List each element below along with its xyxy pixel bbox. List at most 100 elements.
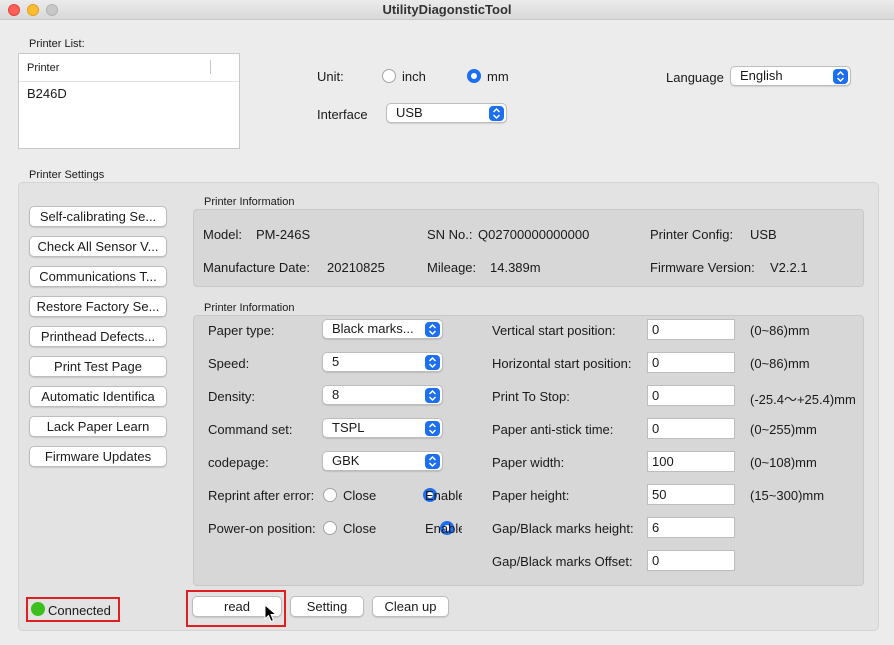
paper-width-input[interactable]: 100 bbox=[647, 451, 735, 472]
print-to-stop-range: (-25.4～+25.4)mm bbox=[750, 392, 856, 407]
command-set-label: Command set: bbox=[208, 422, 293, 437]
printer-list-label: Printer List: bbox=[29, 38, 85, 50]
manufacture-date-label: Manufacture Date: bbox=[203, 260, 310, 275]
anti-stick-time-input[interactable]: 0 bbox=[647, 418, 735, 439]
print-to-stop-input[interactable]: 0 bbox=[647, 385, 735, 406]
printer-column-header: Printer bbox=[27, 62, 60, 74]
printer-list[interactable]: Printer B246D bbox=[18, 53, 240, 149]
paper-height-input[interactable]: 50 bbox=[647, 484, 735, 505]
reprint-after-error-label: Reprint after error: bbox=[208, 488, 315, 503]
unit-mm-radio[interactable] bbox=[467, 69, 481, 83]
printer-information-title: Printer Information bbox=[204, 196, 295, 208]
window-title: UtilityDiagonsticTool bbox=[382, 2, 512, 17]
settings-box-title: Printer Information bbox=[204, 302, 295, 314]
printer-list-item[interactable]: B246D bbox=[19, 82, 239, 101]
interface-label: Interface bbox=[317, 107, 368, 122]
mileage-label: Mileage: bbox=[427, 260, 477, 275]
anti-stick-time-range: (0~255)mm bbox=[750, 422, 817, 437]
paper-height-label: Paper height: bbox=[492, 488, 570, 503]
speed-label: Speed: bbox=[208, 356, 250, 371]
language-label: Language bbox=[666, 70, 724, 85]
updown-chevron-icon bbox=[425, 388, 440, 403]
command-set-value: TSPL bbox=[332, 420, 365, 435]
firmware-updates-button[interactable]: Firmware Updates bbox=[29, 446, 167, 467]
self-calibrating-button[interactable]: Self-calibrating Se... bbox=[29, 206, 167, 227]
updown-chevron-icon bbox=[833, 69, 848, 84]
updown-chevron-icon bbox=[425, 355, 440, 370]
printer-config-value: USB bbox=[750, 227, 777, 242]
codepage-label: codepage: bbox=[208, 455, 269, 470]
setting-button[interactable]: Setting bbox=[290, 596, 364, 617]
unit-inch-radio[interactable] bbox=[382, 69, 396, 83]
horizontal-start-range: (0~86)mm bbox=[750, 356, 810, 371]
status-led-icon bbox=[31, 602, 45, 616]
mileage-value: 14.389m bbox=[490, 260, 541, 275]
poweron-close-radio[interactable] bbox=[323, 521, 337, 535]
sn-value: Q02700000000000 bbox=[478, 227, 590, 242]
manufacture-date-value: 20210825 bbox=[327, 260, 385, 275]
unit-label: Unit: bbox=[317, 69, 344, 84]
firmware-version-label: Firmware Version: bbox=[650, 260, 755, 275]
anti-stick-time-label: Paper anti-stick time: bbox=[492, 422, 614, 437]
updown-chevron-icon bbox=[425, 454, 440, 469]
gap-offset-input[interactable]: 0 bbox=[647, 550, 735, 571]
interface-value: USB bbox=[396, 105, 423, 120]
density-label: Density: bbox=[208, 389, 255, 404]
density-select[interactable]: 8 bbox=[322, 385, 443, 405]
gap-height-input[interactable]: 6 bbox=[647, 517, 735, 538]
reprint-close-label: Close bbox=[343, 488, 377, 503]
connection-status-text: Connected bbox=[48, 603, 111, 618]
paper-width-range: (0~108)mm bbox=[750, 455, 817, 470]
updown-chevron-icon bbox=[489, 106, 504, 121]
unit-mm-label: mm bbox=[487, 69, 509, 84]
vertical-start-input[interactable]: 0 bbox=[647, 319, 735, 340]
interface-select[interactable]: USB bbox=[386, 103, 507, 123]
paper-type-value: Black marks... bbox=[332, 321, 414, 336]
unit-inch-label: inch bbox=[402, 69, 426, 84]
paper-type-select[interactable]: Black marks... bbox=[322, 319, 443, 339]
codepage-value: GBK bbox=[332, 453, 360, 468]
printer-settings-label: Printer Settings bbox=[29, 169, 105, 181]
horizontal-start-input[interactable]: 0 bbox=[647, 352, 735, 373]
automatic-identification-button[interactable]: Automatic Identifica bbox=[29, 386, 167, 407]
printer-information-box bbox=[193, 209, 864, 287]
poweron-close-label: Close bbox=[343, 521, 377, 536]
clean-up-button[interactable]: Clean up bbox=[372, 596, 449, 617]
print-to-stop-label: Print To Stop: bbox=[492, 389, 570, 404]
language-value: English bbox=[740, 68, 783, 83]
model-label: Model: bbox=[203, 227, 243, 242]
power-on-position-label: Power-on position: bbox=[208, 521, 316, 536]
check-sensor-button[interactable]: Check All Sensor V... bbox=[29, 236, 167, 257]
command-set-select[interactable]: TSPL bbox=[322, 418, 443, 438]
codepage-select[interactable]: GBK bbox=[322, 451, 443, 471]
paper-height-range: (15~300)mm bbox=[750, 488, 825, 503]
printer-config-label: Printer Config: bbox=[650, 227, 734, 242]
communications-test-button[interactable]: Communications T... bbox=[29, 266, 167, 287]
speed-select[interactable]: 5 bbox=[322, 352, 443, 372]
gap-offset-label: Gap/Black marks Offset: bbox=[492, 554, 633, 569]
poweron-enable-label: Enable bbox=[425, 521, 462, 536]
lack-paper-learn-button[interactable]: Lack Paper Learn bbox=[29, 416, 167, 437]
mouse-cursor-icon bbox=[264, 604, 278, 623]
reprint-enable-label: Enable bbox=[425, 488, 462, 503]
printer-list-header[interactable]: Printer bbox=[19, 54, 239, 82]
density-value: 8 bbox=[332, 387, 340, 402]
updown-chevron-icon bbox=[425, 421, 440, 436]
printhead-defects-button[interactable]: Printhead Defects... bbox=[29, 326, 167, 347]
vertical-start-range: (0~86)mm bbox=[750, 323, 810, 338]
paper-type-label: Paper type: bbox=[208, 323, 275, 338]
paper-width-label: Paper width: bbox=[492, 455, 565, 470]
model-value: PM-246S bbox=[256, 227, 311, 242]
sn-label: SN No.: bbox=[427, 227, 473, 242]
restore-factory-button[interactable]: Restore Factory Se... bbox=[29, 296, 167, 317]
horizontal-start-label: Horizontal start position: bbox=[492, 356, 632, 371]
gap-height-label: Gap/Black marks height: bbox=[492, 521, 634, 536]
language-select[interactable]: English bbox=[730, 66, 851, 86]
updown-chevron-icon bbox=[425, 322, 440, 337]
firmware-version-value: V2.2.1 bbox=[770, 260, 808, 275]
vertical-start-label: Vertical start position: bbox=[492, 323, 616, 338]
speed-value: 5 bbox=[332, 354, 340, 369]
column-separator bbox=[210, 60, 211, 74]
print-test-page-button[interactable]: Print Test Page bbox=[29, 356, 167, 377]
reprint-close-radio[interactable] bbox=[323, 488, 337, 502]
